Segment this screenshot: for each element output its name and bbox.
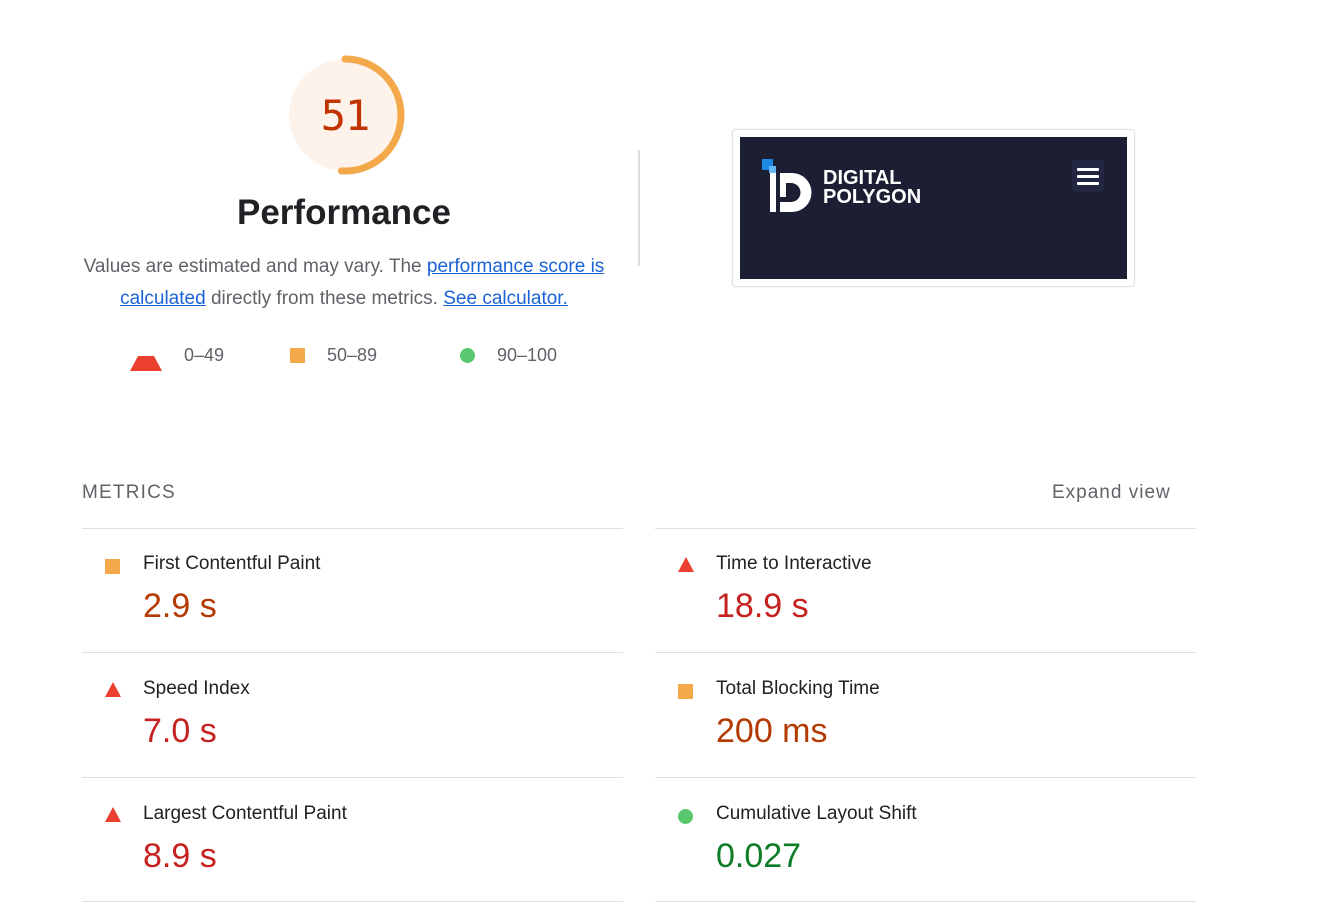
legend-average-range: 50–89 xyxy=(327,344,378,365)
legend-pass-range: 90–100 xyxy=(497,344,558,365)
metric-cumulative-layout-shift: Cumulative Layout Shift 0.027 xyxy=(655,779,1135,903)
description-text-2: directly from these metrics. xyxy=(205,288,444,309)
metric-speed-index: Speed Index 7.0 s xyxy=(82,654,562,778)
metrics-divider xyxy=(655,777,1196,778)
metric-time-to-interactive: Time to Interactive 18.9 s xyxy=(655,529,1135,653)
brand-wordmark: DIGITAL POLYGON xyxy=(823,168,922,208)
metrics-divider xyxy=(655,901,1196,902)
square-icon xyxy=(290,347,305,363)
vertical-divider xyxy=(638,150,640,266)
square-icon xyxy=(678,684,693,699)
metric-label: Largest Contentful Paint xyxy=(143,803,347,824)
metric-value: 18.9 s xyxy=(716,587,809,625)
metric-largest-contentful-paint: Largest Contentful Paint 8.9 s xyxy=(82,779,562,903)
metric-first-contentful-paint: First Contentful Paint 2.9 s xyxy=(82,529,562,653)
brand-line-2: POLYGON xyxy=(823,186,922,208)
score-description: Values are estimated and may vary. The p… xyxy=(82,251,606,315)
circle-icon xyxy=(460,347,475,363)
metric-label: Speed Index xyxy=(143,678,250,699)
square-icon xyxy=(105,559,120,574)
triangle-icon xyxy=(130,340,162,371)
performance-score-gauge: 51 xyxy=(284,54,406,176)
legend-pass: 90–100 xyxy=(460,344,557,366)
metrics-divider xyxy=(82,901,623,902)
metrics-divider xyxy=(82,652,623,653)
metrics-divider xyxy=(82,777,623,778)
metric-label: First Contentful Paint xyxy=(143,553,321,574)
final-screenshot: DIGITAL POLYGON xyxy=(740,137,1127,279)
triangle-icon xyxy=(678,557,694,572)
category-title: Performance xyxy=(237,193,451,232)
metrics-divider xyxy=(655,652,1196,653)
triangle-icon xyxy=(105,682,121,697)
see-calculator-link[interactable]: See calculator. xyxy=(443,288,568,309)
metric-label: Time to Interactive xyxy=(716,553,872,574)
triangle-icon xyxy=(105,807,121,822)
circle-icon xyxy=(678,809,693,824)
metric-label: Total Blocking Time xyxy=(716,678,880,699)
hamburger-menu-icon xyxy=(1072,160,1104,192)
metrics-heading: METRICS xyxy=(82,482,176,503)
metric-value: 2.9 s xyxy=(143,587,217,625)
metric-value: 0.027 xyxy=(716,837,802,875)
digital-polygon-logo-icon xyxy=(762,159,812,212)
metric-value: 200 ms xyxy=(716,712,828,750)
metric-label: Cumulative Layout Shift xyxy=(716,803,917,824)
metric-value: 7.0 s xyxy=(143,712,217,750)
legend-fail-range: 0–49 xyxy=(184,344,225,365)
expand-view-button[interactable]: Expand view xyxy=(1052,482,1171,504)
legend-fail: 0–49 xyxy=(130,344,225,371)
metric-value: 8.9 s xyxy=(143,837,217,875)
metric-total-blocking-time: Total Blocking Time 200 ms xyxy=(655,654,1135,778)
description-text-1: Values are estimated and may vary. The xyxy=(83,256,427,277)
legend-average: 50–89 xyxy=(290,344,377,366)
score-value: 51 xyxy=(320,90,371,140)
